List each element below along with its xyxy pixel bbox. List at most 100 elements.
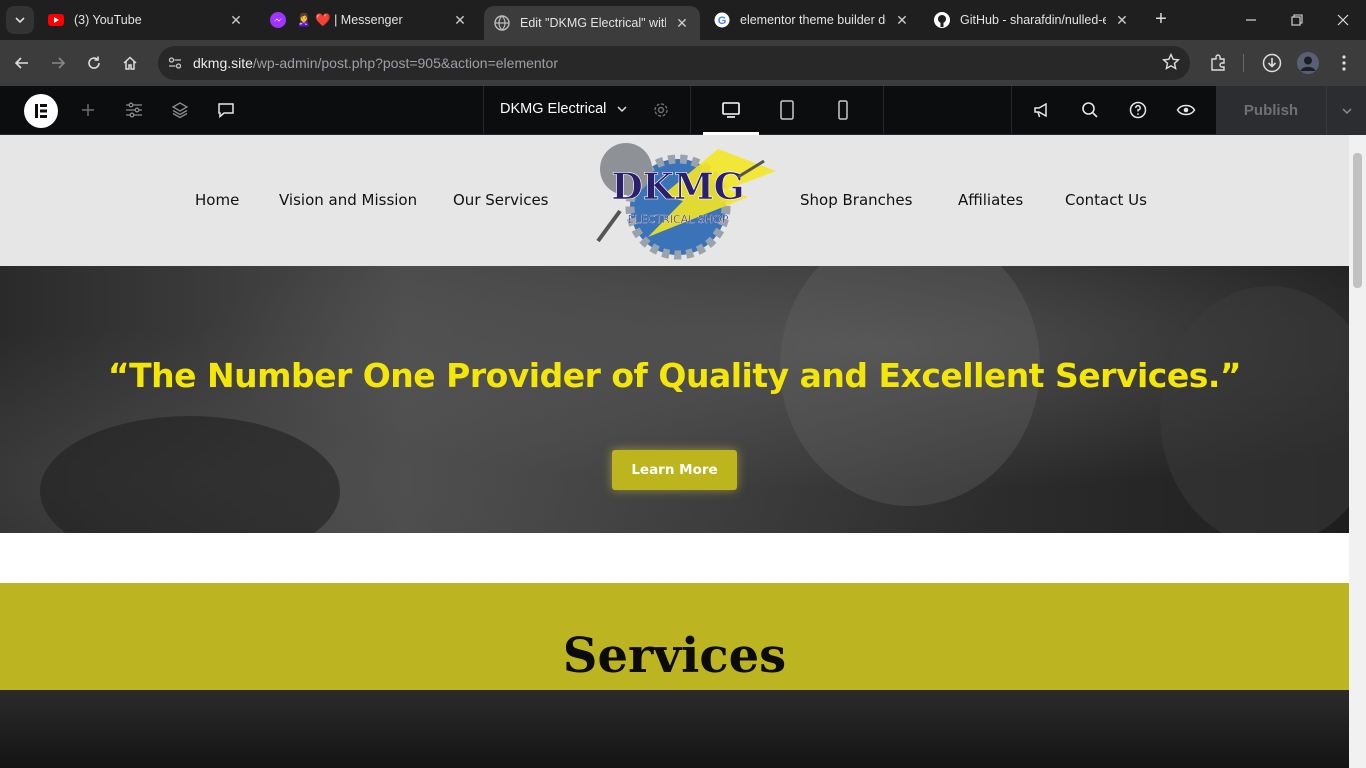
whats-new-button[interactable] [1030, 98, 1054, 122]
comment-icon [218, 103, 234, 119]
scrollbar-thumb[interactable] [1353, 153, 1362, 288]
globe-icon [494, 15, 510, 31]
services-heading: Services [562, 628, 787, 684]
structure-button[interactable] [168, 98, 192, 122]
browser-toolbar: dkmg.site/wp-admin/post.php?post=905&act… [0, 40, 1366, 86]
document-title-dropdown[interactable]: DKMG Electrical [500, 101, 628, 117]
close-icon[interactable]: ✕ [452, 12, 468, 29]
layers-icon [171, 102, 189, 119]
home-button[interactable] [116, 49, 144, 77]
chevron-down-icon [15, 17, 25, 24]
site-info-icon[interactable] [161, 49, 189, 77]
elementor-logo-button[interactable] [24, 94, 58, 128]
toolbar-separator [1243, 54, 1244, 72]
device-mobile-button[interactable] [831, 98, 855, 122]
tab-search-button[interactable] [6, 6, 34, 34]
site-settings-button[interactable] [122, 98, 146, 122]
reload-button[interactable] [80, 49, 108, 77]
nav-link-affiliates[interactable]: Affiliates [958, 191, 1023, 209]
back-button[interactable] [8, 49, 36, 77]
profile-avatar[interactable] [1294, 49, 1322, 77]
tab-github[interactable]: GitHub - sharafdin/nulled-elementor ✕ [924, 6, 1140, 34]
tablet-icon [780, 100, 794, 120]
close-icon[interactable]: ✕ [1114, 12, 1130, 29]
close-icon[interactable]: ✕ [894, 12, 910, 29]
messenger-icon [270, 12, 286, 28]
address-bar[interactable]: dkmg.site/wp-admin/post.php?post=905&act… [158, 46, 1190, 80]
tab-elementor-editor[interactable]: Edit "DKMG Electrical" with Elementor ✕ [484, 6, 700, 40]
nav-link-home[interactable]: Home [195, 191, 239, 209]
page-settings-button[interactable] [649, 98, 673, 122]
tab-messenger[interactable]: 🙎‍♀️ ❤️ | Messenger ✕ [260, 6, 478, 34]
preview-button[interactable] [1174, 98, 1198, 122]
downloads-button[interactable] [1258, 49, 1286, 77]
google-icon: G [714, 12, 730, 28]
mobile-icon [838, 100, 848, 120]
toolbar-divider [1011, 86, 1012, 135]
megaphone-icon [1034, 102, 1047, 118]
services-background-section [0, 690, 1349, 768]
hero-quote: “The Number One Provider of Quality and … [107, 356, 1242, 395]
minimize-button[interactable] [1228, 0, 1274, 40]
plus-icon [82, 104, 94, 116]
browser-menu-button[interactable] [1330, 49, 1358, 77]
elementor-top-bar: DKMG Electrical Publish [0, 86, 1366, 135]
new-tab-button[interactable]: + [1150, 9, 1172, 31]
avatar [1297, 52, 1319, 74]
site-header: Home Vision and Mission Our Services DKM… [0, 135, 1349, 266]
reload-icon [88, 56, 100, 69]
section-spacer [0, 533, 1349, 583]
device-tablet-button[interactable] [775, 98, 799, 122]
close-icon[interactable]: ✕ [228, 12, 244, 29]
learn-more-button[interactable]: Learn More [612, 450, 737, 490]
finder-button[interactable] [1078, 98, 1102, 122]
tab-youtube[interactable]: (3) YouTube ✕ [38, 6, 254, 34]
tab-title: elementor theme builder download [740, 13, 886, 27]
toolbar-divider [690, 86, 691, 135]
sliders-icon [126, 102, 142, 118]
arrow-left-icon [14, 57, 28, 69]
close-window-button[interactable] [1320, 0, 1366, 40]
nav-link-shop-branches[interactable]: Shop Branches [800, 191, 912, 209]
nav-link-our-services[interactable]: Our Services [453, 191, 549, 209]
help-button[interactable] [1126, 98, 1150, 122]
url-text: dkmg.site/wp-admin/post.php?post=905&act… [193, 55, 558, 71]
elementor-logo-icon [35, 104, 47, 118]
restore-icon [1291, 14, 1303, 26]
url-path: /wp-admin/post.php?post=905&action=eleme… [252, 55, 559, 71]
tab-title: Edit "DKMG Electrical" with Elementor [520, 16, 666, 30]
tab-google-search[interactable]: G elementor theme builder download ✕ [704, 6, 920, 34]
github-icon [934, 12, 950, 28]
extensions-button[interactable] [1204, 49, 1232, 77]
puzzle-icon [1211, 54, 1225, 71]
home-icon [123, 56, 137, 70]
dkmg-logo[interactable]: DKMG ELECTRICAL SHOP [578, 141, 778, 263]
nav-link-contact-us[interactable]: Contact Us [1065, 191, 1147, 209]
document-title: DKMG Electrical [500, 101, 607, 117]
hero-section: “The Number One Provider of Quality and … [0, 266, 1349, 533]
search-icon [1082, 102, 1098, 118]
canvas-scrollbar[interactable] [1349, 135, 1366, 768]
bookmark-star-icon[interactable] [1161, 52, 1181, 76]
close-icon [1337, 14, 1349, 26]
logo-subtext: ELECTRICAL SHOP [628, 213, 729, 226]
youtube-icon [48, 12, 64, 28]
publish-options-button[interactable] [1326, 86, 1366, 135]
forward-button[interactable] [44, 49, 72, 77]
gear-icon [654, 103, 668, 117]
arrow-right-icon [52, 57, 66, 69]
desktop-icon [722, 102, 740, 118]
restore-button[interactable] [1274, 0, 1320, 40]
device-desktop-button[interactable] [719, 98, 743, 122]
browser-tab-strip: (3) YouTube ✕ 🙎‍♀️ ❤️ | Messenger ✕ Edit… [0, 0, 1366, 40]
help-icon [1129, 101, 1147, 119]
tab-title: 🙎‍♀️ ❤️ | Messenger [296, 12, 403, 27]
publish-button[interactable]: Publish [1216, 86, 1326, 135]
toolbar-divider [483, 86, 484, 135]
chevron-down-icon [617, 106, 627, 113]
preview-canvas: Home Vision and Mission Our Services DKM… [0, 135, 1349, 768]
close-icon[interactable]: ✕ [674, 15, 690, 32]
add-element-button[interactable] [76, 98, 100, 122]
comments-button[interactable] [214, 98, 238, 122]
nav-link-vision-mission[interactable]: Vision and Mission [279, 191, 417, 209]
